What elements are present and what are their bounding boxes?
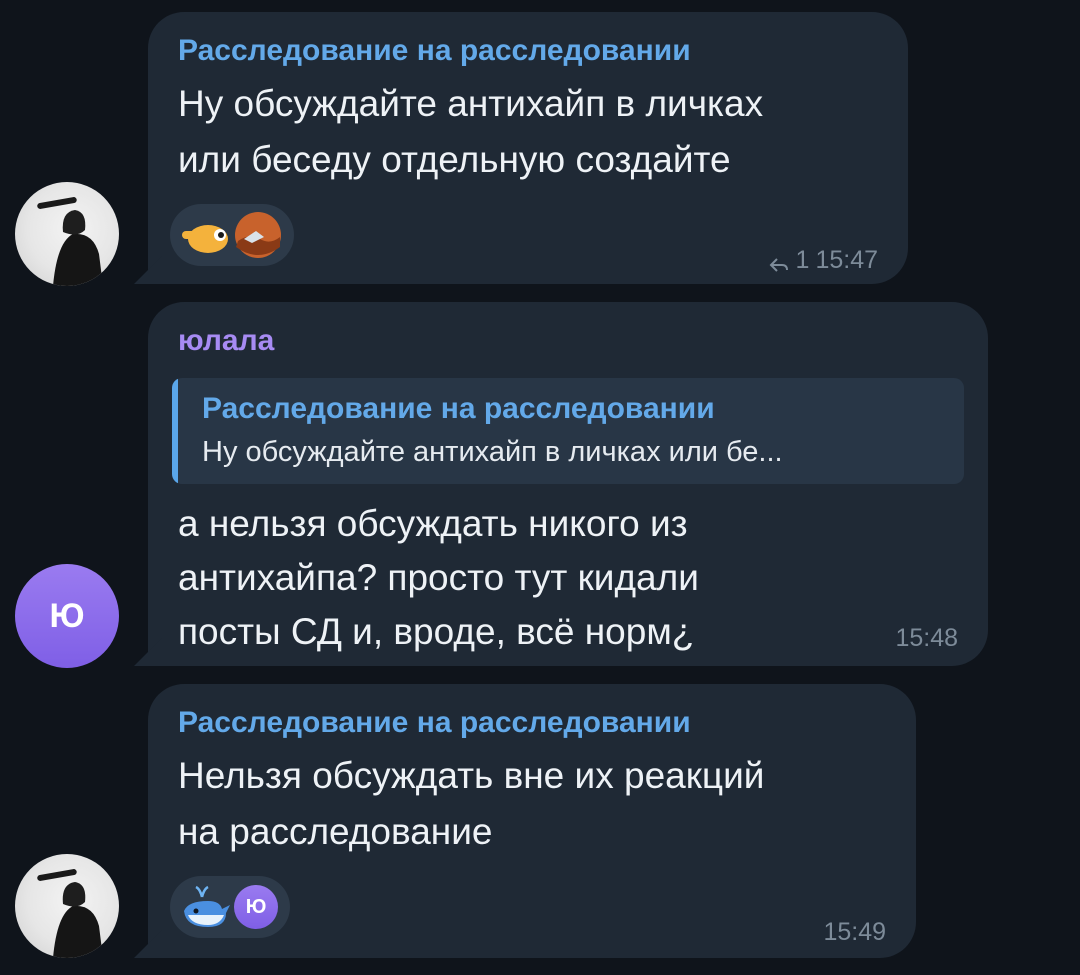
reply-arrow-icon[interactable] — [768, 252, 790, 272]
sender-name[interactable]: Расследование на расследовании — [178, 34, 691, 68]
reactions-bar[interactable] — [170, 204, 294, 266]
message-text-line: а нельзя обсуждать никого из — [178, 503, 688, 544]
message-text-line: Ну обсуждайте антихайп в личках — [178, 83, 764, 124]
user-avatar-yu-icon[interactable]: Ю — [234, 885, 278, 929]
whale-emoji-icon[interactable] — [180, 883, 232, 931]
reply-quote-bar — [172, 378, 178, 484]
reactions-bar[interactable]: Ю — [170, 876, 290, 938]
message-bubble[interactable]: Расследование на расследовании Нельзя об… — [148, 684, 916, 958]
custom-sticker-avatar-icon[interactable] — [234, 211, 282, 259]
reply-count[interactable]: 1 — [796, 246, 810, 275]
avatar[interactable] — [15, 182, 119, 286]
reply-text: Ну обсуждайте антихайп в личках или бе..… — [202, 436, 783, 468]
reply-sender: Расследование на расследовании — [202, 392, 715, 425]
reply-quote[interactable]: Расследование на расследовании Ну обсужд… — [172, 378, 964, 484]
message-text-line: или беседу отдельную создайте — [178, 139, 731, 180]
avatar[interactable]: Ю — [15, 564, 119, 668]
sender-name[interactable]: Расследование на расследовании — [178, 706, 691, 740]
pointing-hand-emoji-icon[interactable] — [180, 213, 232, 257]
message-text-line: на расследование — [178, 811, 493, 852]
sender-name[interactable]: юлала — [178, 324, 274, 358]
message-time: 15:47 — [815, 246, 878, 274]
message-bubble[interactable]: Расследование на расследовании Ну обсужд… — [148, 12, 908, 284]
message-meta: 15:49 — [823, 918, 886, 947]
message-text-line: посты СД и, вроде, всё норм¿ — [178, 611, 695, 652]
message-meta: 1 15:47 — [768, 246, 878, 275]
avatar[interactable] — [15, 854, 119, 958]
message-time: 15:48 — [895, 624, 958, 652]
message-bubble[interactable]: юлала Расследование на расследовании Ну … — [148, 302, 988, 666]
message-meta: 15:48 — [895, 624, 958, 653]
message-time: 15:49 — [823, 918, 886, 946]
message-text-line: Нельзя обсуждать вне их реакций — [178, 755, 765, 796]
message-text-line: антихайпа? просто тут кидали — [178, 557, 699, 598]
